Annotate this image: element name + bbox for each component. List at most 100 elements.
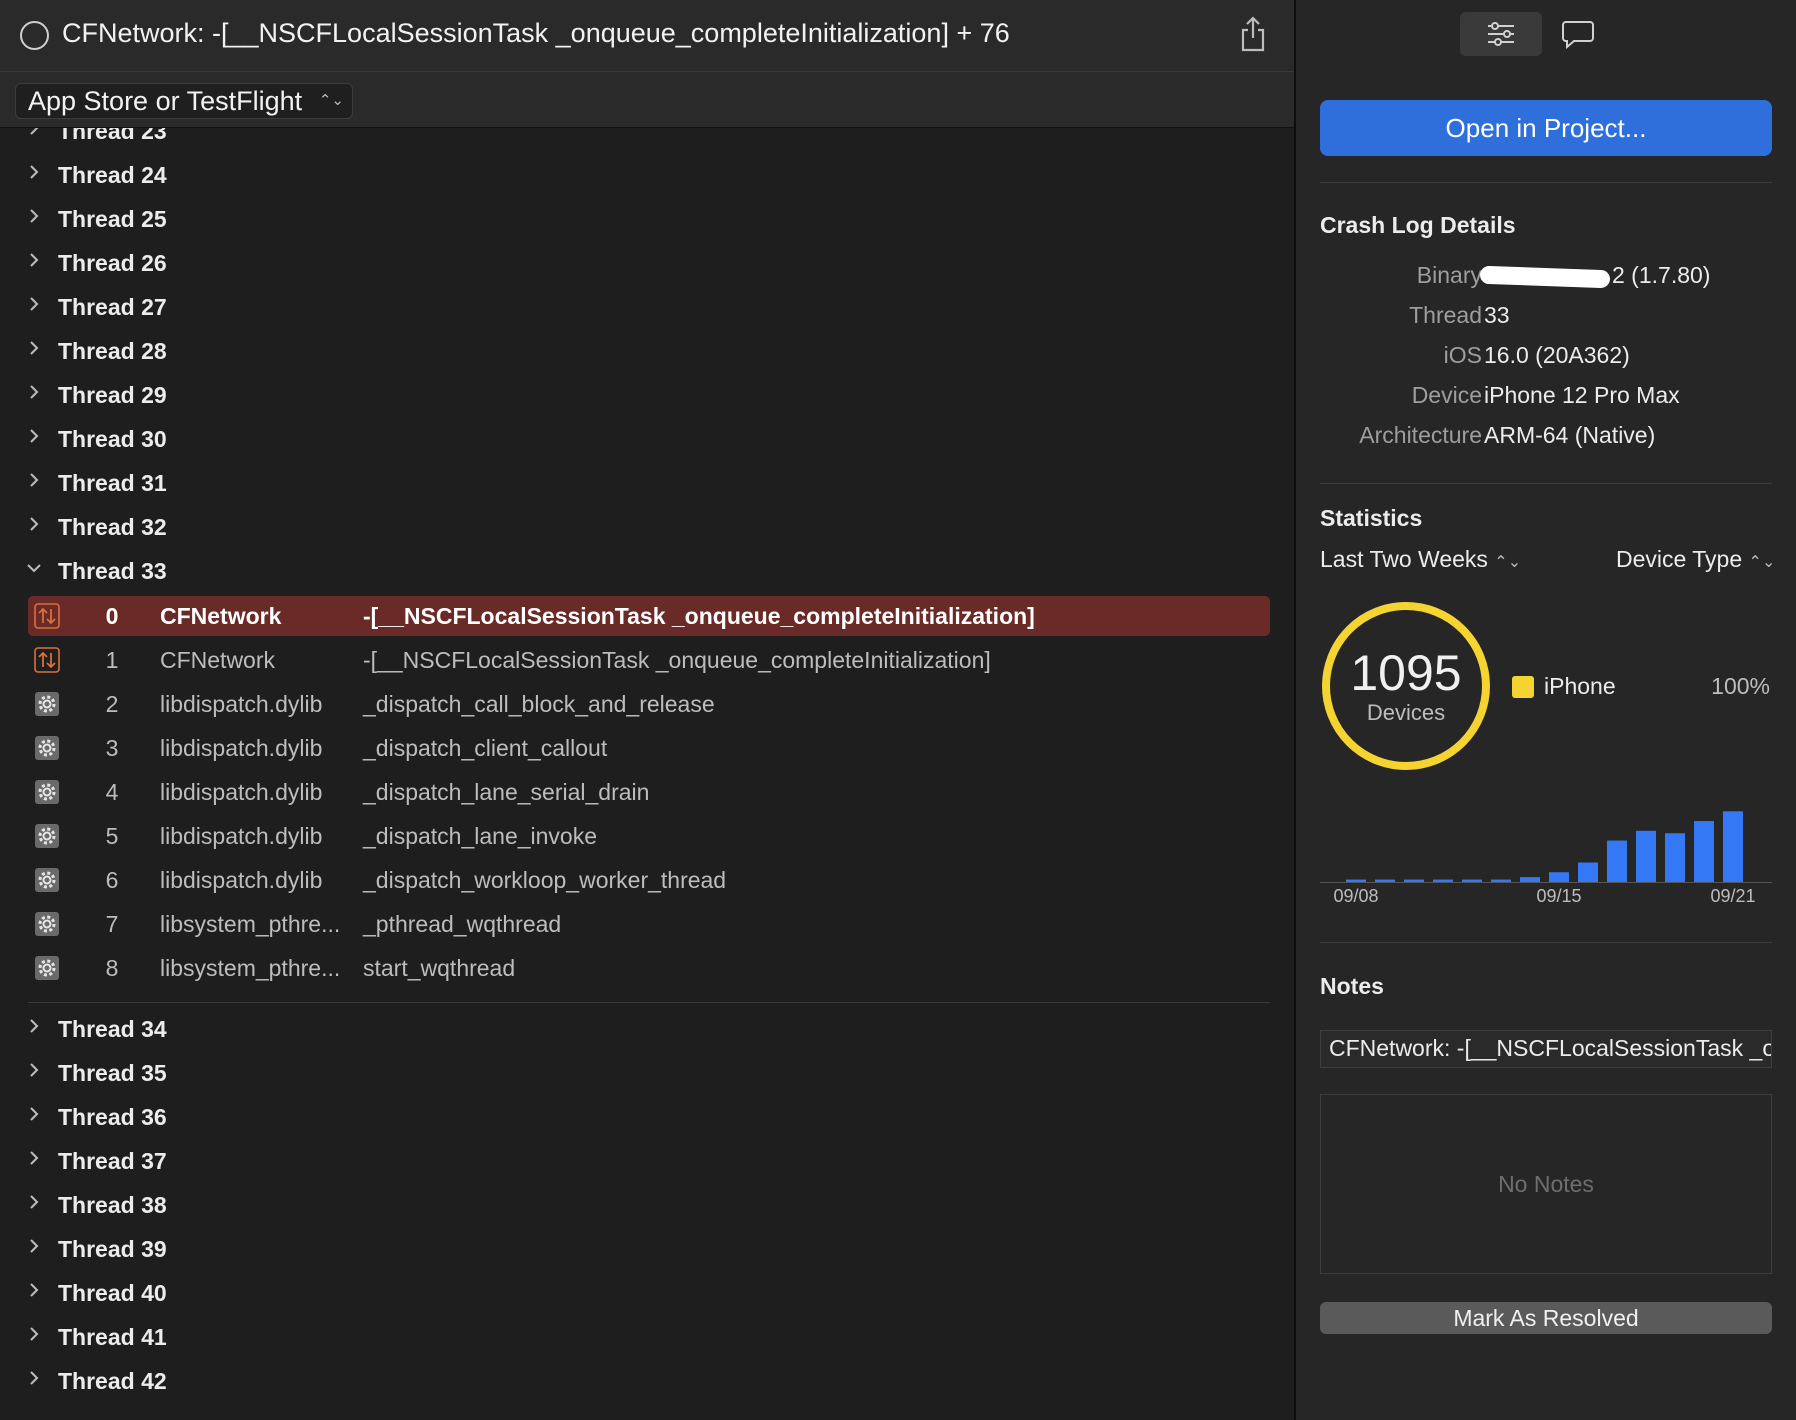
- speech-bubble-icon[interactable]: [1558, 18, 1598, 50]
- chart-tick-label: 09/21: [1710, 886, 1755, 906]
- chart-bar-09/12: [1462, 879, 1482, 882]
- up-down-chevron-icon: ⌃⌄: [1748, 554, 1776, 571]
- thread-row[interactable]: Thread 34: [0, 1012, 1280, 1052]
- frame-index: 5: [105, 823, 119, 849]
- thread-row[interactable]: Thread 33: [0, 554, 1280, 594]
- thread-row[interactable]: Thread 41: [0, 1320, 1280, 1360]
- chart-bar-09/08: [1346, 879, 1366, 882]
- thread-list: Thread 23 Thread 24 Thread 25 Thread 26 Thre…: [0, 128, 1294, 1420]
- frame-symbol: -[__NSCFLocalSessionTask _onqueue_comple…: [363, 603, 1035, 629]
- thread-label: Thread 33: [58, 558, 167, 584]
- crash-title: CFNetwork: -[__NSCFLocalSessionTask _onq…: [62, 18, 1010, 48]
- thread-row[interactable]: Thread 36: [0, 1100, 1280, 1140]
- thread-row[interactable]: Thread 27: [0, 290, 1280, 330]
- stack-frame-row[interactable]: 3 libdispatch.dylib _dispatch_client_callo…: [28, 728, 1270, 768]
- thread-row[interactable]: Thread 24: [0, 158, 1280, 198]
- thread-row[interactable]: Thread 29: [0, 378, 1280, 418]
- open-in-project-button[interactable]: Open in Project...: [1320, 100, 1772, 156]
- frame-index: 0: [105, 603, 119, 629]
- chart-tick-label: 09/08: [1333, 886, 1378, 906]
- thread-row[interactable]: Thread 32: [0, 510, 1280, 550]
- thread-label: Thread 26: [58, 250, 167, 276]
- stack-frame-row[interactable]: 5 libdispatch.dylib _dispatch_lane_invoke: [28, 816, 1270, 856]
- detail-value: 2 (1.7.80): [1612, 262, 1711, 288]
- thread-row[interactable]: Thread 42: [0, 1364, 1280, 1404]
- thread-label: Thread 42: [58, 1368, 167, 1394]
- thread-row[interactable]: Thread 28: [0, 334, 1280, 374]
- chevron-right-icon: [30, 1371, 39, 1385]
- network-transfer-icon: [34, 603, 60, 629]
- thread-row[interactable]: Thread 25: [0, 202, 1280, 242]
- notes-title-field[interactable]: CFNetwork: -[__NSCFLocalSessionTask _onq…: [1320, 1030, 1772, 1068]
- period-selector[interactable]: Last Two Weeks ⌃⌄: [1320, 546, 1521, 573]
- thread-row[interactable]: Thread 40: [0, 1276, 1280, 1316]
- chart-bar-09/16: [1578, 862, 1598, 882]
- frame-library: libdispatch.dylib: [160, 779, 323, 805]
- chart-bar-09/19: [1665, 833, 1685, 882]
- notes-text-area[interactable]: No Notes: [1320, 1094, 1772, 1274]
- chevron-right-icon: [30, 128, 39, 135]
- frame-index: 7: [105, 911, 119, 937]
- chevron-right-icon: [30, 1283, 39, 1297]
- thread-row[interactable]: Thread 23: [0, 128, 1280, 154]
- chevron-right-icon: [30, 165, 39, 179]
- legend-label: iPhone: [1544, 673, 1616, 699]
- thread-row[interactable]: Thread 37: [0, 1144, 1280, 1184]
- gear-icon: [35, 868, 59, 892]
- thread-row[interactable]: Thread 39: [0, 1232, 1280, 1272]
- mark-as-resolved-button[interactable]: Mark As Resolved: [1320, 1302, 1772, 1334]
- thread-row[interactable]: Thread 35: [0, 1056, 1280, 1096]
- chevron-right-icon: [30, 253, 39, 267]
- detail-value: 16.0 (20A362): [1484, 342, 1630, 368]
- thread-label: Thread 32: [58, 514, 167, 540]
- chart-tick-label: 09/15: [1536, 886, 1581, 906]
- gear-icon: [35, 692, 59, 716]
- stack-frame-row[interactable]: 7 libsystem_pthre... _pthread_wqthread: [28, 904, 1270, 944]
- frame-index: 2: [105, 691, 119, 717]
- detail-key: iOS: [1443, 342, 1482, 368]
- stack-frame-row[interactable]: 0 CFNetwork -[__NSCFLocalSessionTask _onqu…: [28, 596, 1270, 636]
- frame-index: 1: [105, 647, 119, 673]
- frame-library: libdispatch.dylib: [160, 691, 323, 717]
- notes-title: Notes: [1320, 973, 1384, 999]
- thread-label: Thread 27: [58, 294, 167, 320]
- tab-inspector[interactable]: [1460, 12, 1542, 56]
- stack-frame-row[interactable]: 6 libdispatch.dylib _dispatch_workloop_wor…: [28, 860, 1270, 900]
- detail-key: Binary: [1416, 262, 1482, 288]
- thread-label: Thread 37: [58, 1148, 167, 1174]
- frame-symbol: _dispatch_workloop_worker_thread: [363, 867, 727, 893]
- chevron-right-icon: [30, 517, 39, 531]
- notes-placeholder: No Notes: [1498, 1171, 1594, 1197]
- chart-bar-09/18: [1636, 830, 1656, 882]
- chart-bar-09/09: [1375, 879, 1395, 882]
- distribution-source-select[interactable]: App Store or TestFlight ⌃⌄: [15, 83, 353, 119]
- resolve-status-circle[interactable]: [20, 21, 49, 50]
- chevron-right-icon: [30, 341, 39, 355]
- group-by-selector[interactable]: Device Type ⌃⌄: [1616, 546, 1775, 573]
- frame-library: libdispatch.dylib: [160, 735, 323, 761]
- thread-row[interactable]: Thread 30: [0, 422, 1280, 462]
- chart-bar-09/15: [1549, 872, 1569, 882]
- frame-symbol: _dispatch_lane_invoke: [363, 823, 598, 849]
- gear-icon: [35, 956, 59, 980]
- frame-symbol: start_wqthread: [363, 955, 516, 981]
- stack-frame-row[interactable]: 1 CFNetwork -[__NSCFLocalSessionTask _onqu…: [28, 640, 1270, 680]
- stack-frame-row[interactable]: 8 libsystem_pthre... start_wqthread: [28, 948, 1270, 988]
- frame-index: 8: [105, 955, 119, 981]
- inspector-tab-bar: [1460, 12, 1620, 56]
- frame-symbol: _dispatch_call_block_and_release: [363, 691, 715, 717]
- share-icon[interactable]: [1238, 14, 1268, 54]
- chevron-right-icon: [30, 1063, 39, 1077]
- chart-bar-09/11: [1433, 879, 1453, 882]
- chevron-right-icon: [30, 429, 39, 443]
- thread-label: Thread 38: [58, 1192, 167, 1218]
- stack-frame-row[interactable]: 4 libdispatch.dylib _dispatch_lane_serial_…: [28, 772, 1270, 812]
- thread-row[interactable]: Thread 31: [0, 466, 1280, 506]
- stack-frame-row[interactable]: 2 libdispatch.dylib _dispatch_call_block_a…: [28, 684, 1270, 724]
- thread-label: Thread 25: [58, 206, 167, 232]
- thread-row[interactable]: Thread 26: [0, 246, 1280, 286]
- thread-row[interactable]: Thread 38: [0, 1188, 1280, 1228]
- detail-row-device: Device iPhone 12 Pro Max: [1320, 382, 1772, 416]
- thread-label: Thread 34: [58, 1016, 167, 1042]
- chart-bar-09/13: [1491, 879, 1511, 882]
